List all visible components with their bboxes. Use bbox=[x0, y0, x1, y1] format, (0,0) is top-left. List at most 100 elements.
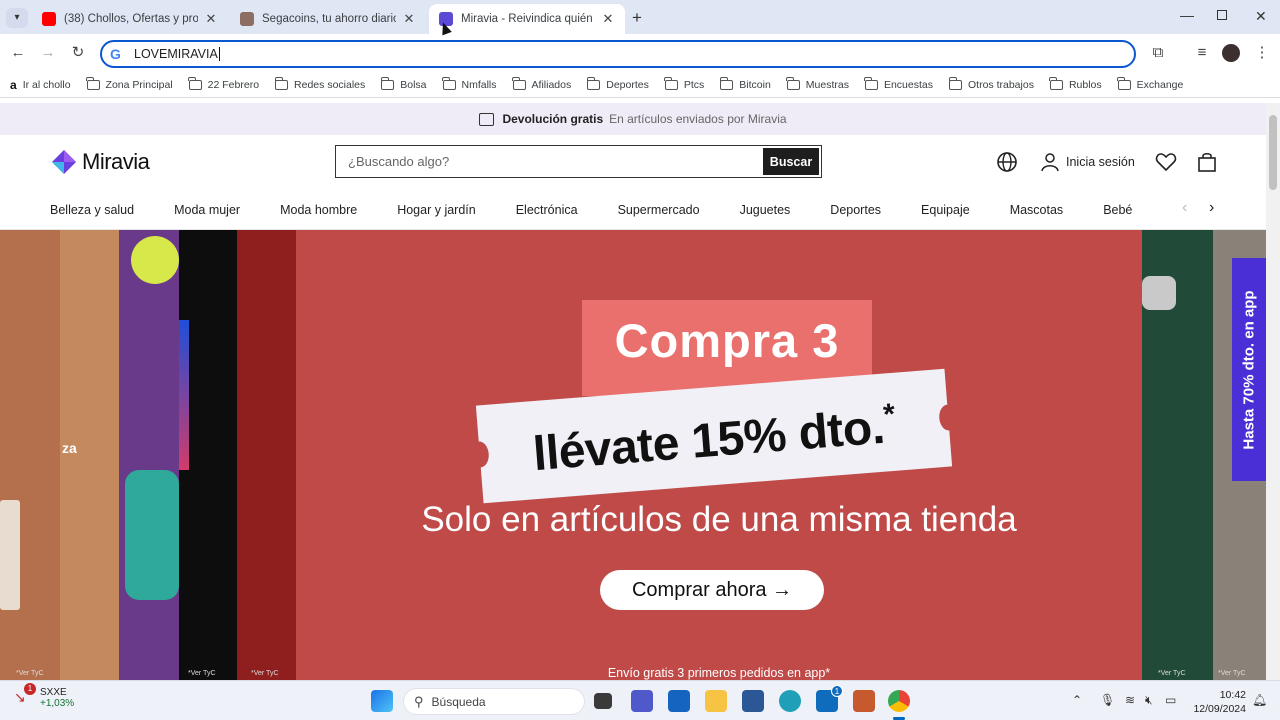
category-item[interactable]: Belleza y salud bbox=[50, 203, 134, 217]
menu-kebab-icon[interactable]: ⋮ bbox=[1252, 43, 1272, 63]
microphone-icon[interactable]: 🎙︎ bbox=[1100, 693, 1115, 707]
folder-icon bbox=[719, 76, 734, 90]
category-item[interactable]: Bebé bbox=[1103, 203, 1132, 217]
window-close-icon[interactable]: ✕ bbox=[1255, 8, 1267, 25]
teams-icon[interactable] bbox=[631, 690, 653, 712]
clock[interactable]: 10:42 12/09/2024 bbox=[1188, 688, 1246, 716]
taskbar: ↘ 1 SXXE +1,03% ⚲ Búsqueda 1 ⌃ 🎙︎ ≋ 🔇︎ ▭ 1… bbox=[0, 680, 1280, 720]
category-item[interactable]: Supermercado bbox=[618, 203, 700, 217]
windows-start-icon[interactable] bbox=[371, 690, 393, 712]
web-page: Devolución gratis En artículos enviados … bbox=[0, 103, 1266, 680]
file-explorer-icon[interactable] bbox=[705, 690, 727, 712]
mail-icon[interactable]: 1 bbox=[816, 685, 843, 712]
category-item[interactable]: Moda mujer bbox=[174, 203, 240, 217]
hero-discount-ticket: llévate 15% dto.* bbox=[475, 368, 953, 504]
speaker-muted-icon[interactable]: 🔇︎ bbox=[1145, 693, 1153, 708]
chevron-left-icon[interactable]: ‹ bbox=[1182, 199, 1187, 217]
close-icon[interactable]: ✕ bbox=[204, 11, 218, 27]
promo-bar: Devolución gratis En artículos enviados … bbox=[0, 103, 1266, 135]
tab-search-button[interactable]: ▾ bbox=[6, 8, 28, 28]
folder-icon bbox=[188, 76, 202, 90]
wifi-icon[interactable]: ≋ bbox=[1125, 693, 1135, 707]
bookmark-folder[interactable]: 22 Febrero bbox=[188, 76, 259, 91]
bookmark-label: Rublos bbox=[1068, 78, 1102, 91]
tab-title: Segacoins, tu ahorro diario.: Me bbox=[262, 13, 396, 25]
close-icon[interactable]: ✕ bbox=[601, 11, 615, 27]
taskbar-search[interactable]: ⚲ Búsqueda bbox=[403, 688, 585, 715]
app-s-icon[interactable] bbox=[668, 690, 690, 712]
segacoins-favicon-icon bbox=[240, 12, 254, 26]
bookmark-folder[interactable]: Encuestas bbox=[864, 76, 933, 91]
tab-chollos[interactable]: (38) Chollos, Ofertas y promocio ✕ bbox=[32, 4, 228, 34]
bookmark-folder[interactable]: Ptcs bbox=[664, 76, 704, 91]
tab-miravia[interactable]: Miravia - Reivindica quién eres ✕ bbox=[429, 4, 625, 34]
category-item[interactable]: Electrónica bbox=[516, 203, 578, 217]
scrollbar-thumb[interactable] bbox=[1269, 115, 1277, 190]
close-icon[interactable]: ✕ bbox=[402, 11, 416, 27]
search-button[interactable]: Buscar bbox=[763, 148, 819, 175]
carousel-slide-sports[interactable] bbox=[119, 230, 179, 680]
media-control-icon[interactable]: ≡ bbox=[1192, 43, 1212, 63]
address-bar[interactable]: G LOVEMIRAVIA bbox=[100, 40, 1136, 68]
carousel-slide-beauty-2[interactable]: za bbox=[60, 230, 120, 680]
notification-bell-icon[interactable]: 🔔︎ bbox=[1252, 693, 1267, 707]
category-item[interactable]: Moda hombre bbox=[280, 203, 357, 217]
page-scrollbar[interactable] bbox=[1266, 103, 1280, 680]
store-icon[interactable] bbox=[742, 690, 764, 712]
category-item[interactable]: Hogar y jardín bbox=[397, 203, 476, 217]
stock-widget[interactable]: ↘ 1 SXXE +1,03% bbox=[14, 683, 74, 709]
chevron-up-icon[interactable]: ⌃ bbox=[1072, 693, 1082, 707]
chrome-icon[interactable] bbox=[888, 690, 910, 712]
carousel-slide-xiaomi[interactable] bbox=[1142, 230, 1213, 680]
chevron-right-icon[interactable]: › bbox=[1209, 199, 1214, 217]
carousel-slide-electronics[interactable] bbox=[179, 230, 237, 680]
new-tab-icon[interactable]: + bbox=[632, 8, 642, 28]
stock-chart-icon: ↘ 1 bbox=[14, 683, 36, 707]
minimize-icon[interactable]: — bbox=[1180, 7, 1194, 23]
bookmark-folder[interactable]: Muestras bbox=[786, 76, 849, 91]
search-input[interactable] bbox=[336, 146, 763, 177]
category-item[interactable]: Equipaje bbox=[921, 203, 970, 217]
game-icon[interactable] bbox=[853, 690, 875, 712]
bookmark-item[interactable]: a Ir al chollo bbox=[10, 78, 71, 92]
profile-avatar-icon[interactable] bbox=[1222, 44, 1240, 62]
bookmark-folder[interactable]: Nmfalls bbox=[442, 76, 497, 91]
tab-segacoins[interactable]: Segacoins, tu ahorro diario.: Me ✕ bbox=[230, 4, 426, 34]
back-icon[interactable]: ← bbox=[8, 43, 28, 63]
heart-icon[interactable] bbox=[1155, 152, 1177, 172]
bookmark-folder[interactable]: Exchange bbox=[1117, 76, 1183, 91]
bookmark-folder[interactable]: Zona Principal bbox=[86, 76, 173, 91]
forward-icon[interactable]: → bbox=[38, 43, 58, 63]
folder-icon bbox=[586, 76, 601, 90]
buy-now-button[interactable]: Comprar ahora → bbox=[600, 570, 824, 610]
miravia-logo[interactable]: Miravia bbox=[50, 148, 150, 176]
hero-slide-active[interactable]: Compra 3 llévate 15% dto.* Solo en artíc… bbox=[296, 230, 1142, 680]
stock-badge: 1 bbox=[24, 683, 36, 695]
globe-icon[interactable] bbox=[996, 151, 1018, 173]
restore-icon[interactable] bbox=[1217, 10, 1227, 20]
edge-icon[interactable] bbox=[779, 690, 801, 712]
extensions-icon[interactable]: ⧉ bbox=[1148, 43, 1168, 63]
task-view-icon[interactable] bbox=[594, 693, 612, 709]
category-nav: Belleza y salud Moda mujer Moda hombre H… bbox=[50, 195, 1172, 225]
bookmark-folder[interactable]: Bolsa bbox=[380, 76, 427, 91]
shopping-bag-icon[interactable] bbox=[1197, 151, 1217, 173]
category-item[interactable]: Deportes bbox=[830, 203, 881, 217]
login-link[interactable]: Inicia sesión bbox=[1040, 152, 1135, 172]
app-discount-side-tab[interactable]: Hasta 70% dto. en app bbox=[1232, 258, 1266, 481]
clock-date: 12/09/2024 bbox=[1193, 703, 1246, 715]
bookmark-folder[interactable]: Rublos bbox=[1049, 76, 1102, 91]
reload-icon[interactable]: ↻ bbox=[68, 43, 88, 63]
carousel-slide-beauty[interactable] bbox=[0, 230, 60, 680]
bookmark-folder[interactable]: Bitcoin bbox=[719, 76, 771, 91]
bookmark-folder[interactable]: Otros trabajos bbox=[948, 76, 1034, 91]
category-item[interactable]: Mascotas bbox=[1010, 203, 1064, 217]
hero-subtext: Solo en artículos de una misma tienda bbox=[421, 500, 1017, 539]
battery-icon[interactable]: ▭ bbox=[1165, 693, 1176, 707]
bookmark-folder[interactable]: Afiliados bbox=[512, 76, 571, 91]
bookmark-folder[interactable]: Redes sociales bbox=[274, 76, 365, 91]
category-item[interactable]: Juguetes bbox=[740, 203, 791, 217]
carousel-slide-red[interactable] bbox=[237, 230, 297, 680]
bookmark-label: Muestras bbox=[805, 78, 849, 91]
bookmark-folder[interactable]: Deportes bbox=[586, 76, 649, 91]
